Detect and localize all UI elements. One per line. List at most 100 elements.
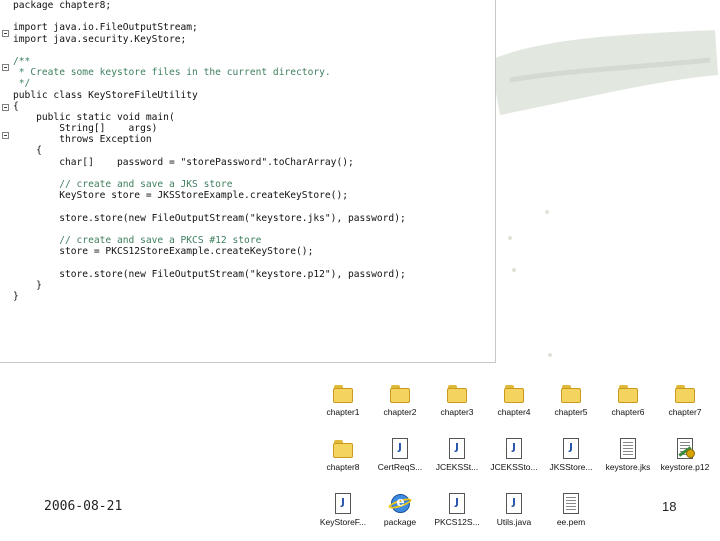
java-file-icon: J	[446, 438, 468, 460]
file-label: keystore.jks	[605, 462, 651, 472]
code-text[interactable]: package chapter8; import java.io.FileOut…	[13, 0, 406, 302]
file-label: ee.pem	[556, 517, 586, 527]
file-item[interactable]: chapter1	[314, 379, 372, 431]
file-label: keystore.p12	[660, 462, 710, 472]
file-label: chapter2	[383, 407, 417, 417]
file-item[interactable]: J JCEKSSt...	[428, 434, 486, 486]
file-item[interactable]: ee.pem	[542, 489, 600, 541]
file-item[interactable]: chapter3	[428, 379, 486, 431]
file-item[interactable]: J JKSStore...	[542, 434, 600, 486]
code-line: String[] args)	[13, 123, 158, 135]
code-line: /**	[13, 55, 31, 67]
code-line: public static void main(	[13, 111, 175, 123]
file-label: JCEKSSto...	[490, 462, 538, 472]
slide-number: 18	[662, 499, 677, 514]
fold-toggle-icon[interactable]	[2, 30, 9, 37]
java-file-icon: J	[560, 438, 582, 460]
code-line: KeyStore store = JKSStoreExample.createK…	[13, 190, 349, 202]
file-label: chapter8	[326, 462, 360, 472]
file-explorer[interactable]: chapter1 chapter2 chapter3 chapter4 chapter5…	[310, 377, 720, 540]
folder-icon	[503, 383, 525, 405]
fold-toggle-icon[interactable]	[2, 104, 9, 111]
fold-toggle-icon[interactable]	[2, 132, 9, 139]
code-line: import java.security.KeyStore;	[13, 33, 187, 45]
file-label: chapter5	[554, 407, 588, 417]
file-item[interactable]: J Utils.java	[485, 489, 543, 541]
file-item[interactable]: e package	[371, 489, 429, 541]
file-label: JCEKSSt...	[435, 462, 479, 472]
editor-gutter	[0, 0, 12, 362]
background-dot	[548, 353, 552, 357]
code-line: public class KeyStoreFileUtility	[13, 89, 198, 101]
folder-icon	[446, 383, 468, 405]
file-label: chapter3	[440, 407, 474, 417]
file-item[interactable]: keystore.jks	[599, 434, 657, 486]
java-file-icon: J	[389, 438, 411, 460]
java-file-icon: J	[332, 493, 354, 515]
code-line: store = PKCS12StoreExample.createKeyStor…	[13, 246, 314, 258]
folder-icon	[674, 383, 696, 405]
file-label: JKSStore...	[549, 462, 593, 472]
file-item[interactable]: chapter5	[542, 379, 600, 431]
code-line: import java.io.FileOutputStream;	[13, 22, 198, 34]
code-line: char[] password = "storePassword".toChar…	[13, 156, 354, 168]
folder-icon	[560, 383, 582, 405]
background-dot	[508, 236, 512, 240]
background-dot	[545, 210, 549, 214]
file-item[interactable]: chapter7	[656, 379, 714, 431]
folder-icon	[389, 383, 411, 405]
code-line: * Create some keystore files in the curr…	[13, 67, 331, 79]
folder-icon	[332, 438, 354, 460]
folder-icon	[617, 383, 639, 405]
java-file-icon: J	[503, 438, 525, 460]
code-editor[interactable]: package chapter8; import java.io.FileOut…	[0, 0, 496, 363]
code-line: package chapter8;	[13, 0, 112, 11]
file-item[interactable]: J JCEKSSto...	[485, 434, 543, 486]
certificate-icon	[674, 438, 696, 460]
file-item[interactable]: chapter6	[599, 379, 657, 431]
code-line: // create and save a JKS store	[13, 179, 233, 190]
code-line: store.store(new FileOutputStream("keysto…	[13, 212, 406, 224]
file-label: Utils.java	[496, 517, 532, 527]
java-file-icon: J	[446, 493, 468, 515]
file-label: chapter4	[497, 407, 531, 417]
file-label: chapter1	[326, 407, 360, 417]
background-dot	[512, 268, 516, 272]
file-label: chapter6	[611, 407, 645, 417]
file-item[interactable]: chapter2	[371, 379, 429, 431]
internet-explorer-icon: e	[387, 493, 413, 515]
fold-toggle-icon[interactable]	[2, 64, 9, 71]
background-decoration	[490, 30, 718, 115]
code-line: // create and save a PKCS #12 store	[13, 234, 262, 246]
footer-date: 2006-08-21	[44, 499, 123, 514]
file-item[interactable]: J PKCS12S...	[428, 489, 486, 541]
document-icon	[617, 438, 639, 460]
code-line: {	[13, 100, 19, 112]
file-label: package	[383, 517, 417, 527]
file-label: PKCS12S...	[434, 517, 480, 527]
file-label: CertReqS...	[377, 462, 423, 472]
code-line: {	[13, 145, 42, 157]
file-item[interactable]: keystore.p12	[656, 434, 714, 486]
file-item[interactable]: chapter4	[485, 379, 543, 431]
code-line: }	[13, 290, 19, 302]
folder-icon	[332, 383, 354, 405]
file-item[interactable]: J KeyStoreF...	[314, 489, 372, 541]
file-item[interactable]: J CertReqS...	[371, 434, 429, 486]
code-line: throws Exception	[13, 134, 152, 146]
code-line: }	[13, 279, 42, 291]
brush-stroke	[490, 30, 718, 115]
code-line: store.store(new FileOutputStream("keysto…	[13, 268, 406, 280]
file-label: chapter7	[668, 407, 702, 417]
java-file-icon: J	[503, 493, 525, 515]
file-label: KeyStoreF...	[319, 517, 367, 527]
file-item[interactable]: chapter8	[314, 434, 372, 486]
document-icon	[560, 493, 582, 515]
code-line: */	[13, 78, 31, 90]
